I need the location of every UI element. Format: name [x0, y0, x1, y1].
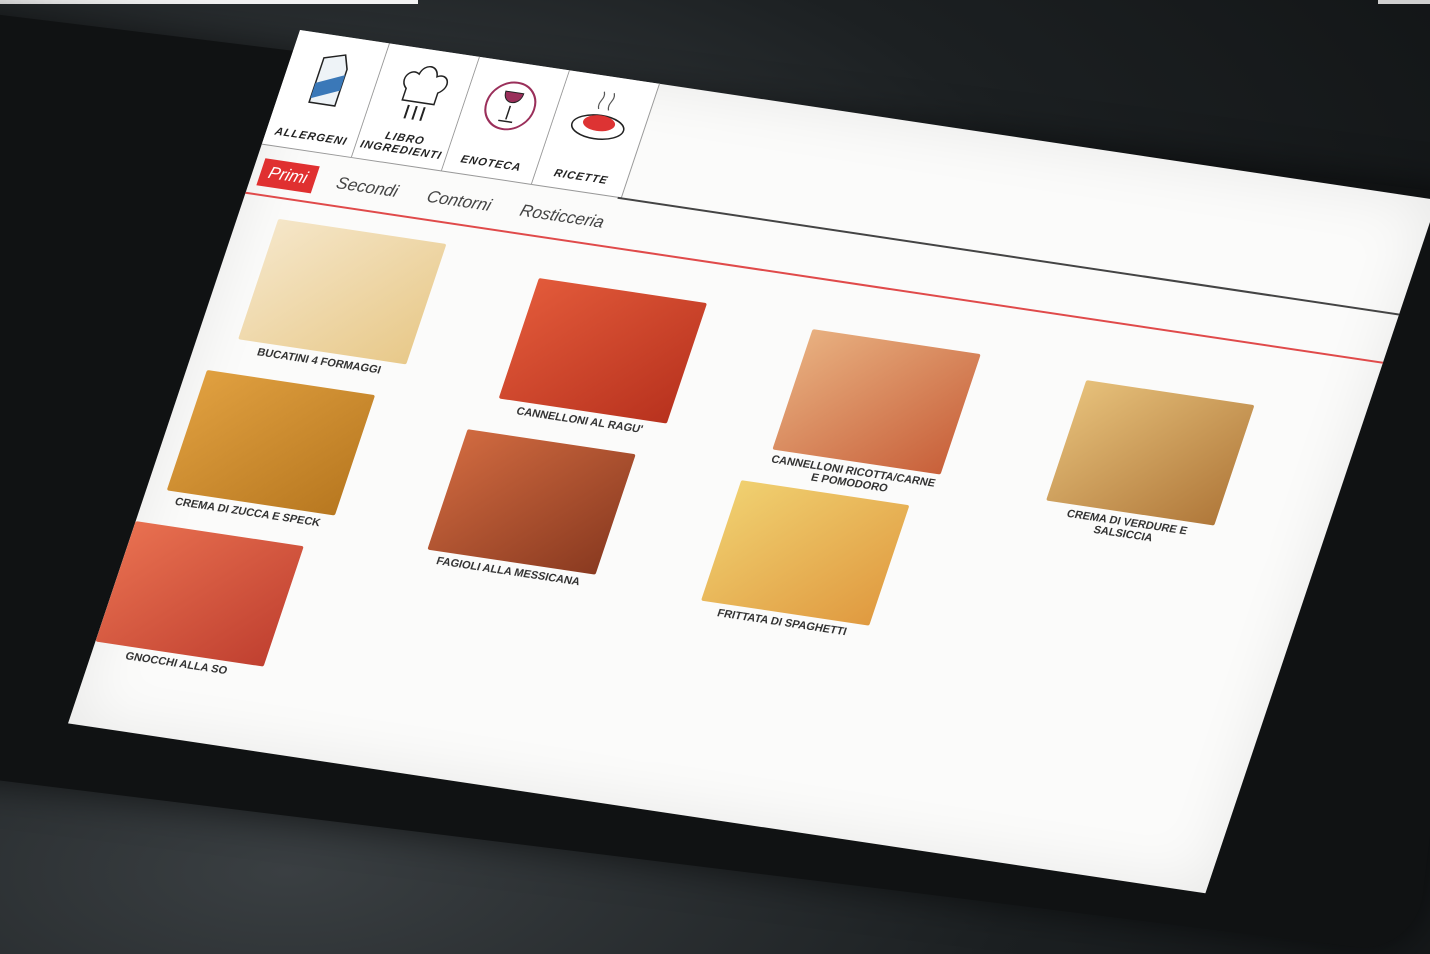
- dish-photo: [238, 218, 447, 365]
- toolbar-label: ALLERGENI: [273, 125, 349, 148]
- menu-item-card[interactable]: CREMA DI VERDURE E SALSICCIA: [1037, 380, 1255, 552]
- menu-item-card[interactable]: CANNELLONI AL RAGU': [494, 278, 708, 439]
- dish-photo: [166, 369, 376, 516]
- dish-photo: [1046, 380, 1255, 526]
- pasta-plate-icon: [570, 91, 625, 140]
- toolbar-divider: [617, 196, 1410, 318]
- tab-rosticceria[interactable]: Rosticceria: [508, 196, 616, 238]
- menu-grid: BUCATINI 4 FORMAGGI CANNELLONI AL RAGU' …: [95, 206, 1370, 677]
- tab-primi[interactable]: Primi: [256, 158, 320, 194]
- menu-item-card[interactable]: FRITTATA DI SPAGHETTI: [696, 480, 910, 641]
- dish-photo: [427, 429, 636, 575]
- wine-glass-icon: [484, 81, 537, 131]
- tab-contorni[interactable]: Contorni: [415, 182, 503, 221]
- toolbar-label: RICETTE: [552, 167, 610, 187]
- menu-item-card[interactable]: CREMA DI ZUCCA E SPECK: [162, 369, 376, 531]
- dish-photo: [772, 329, 981, 475]
- menu-item-card[interactable]: FAGIOLI ALLA MESSICANA: [422, 429, 636, 590]
- toolbar-label: ENOTECA: [459, 153, 523, 174]
- dish-photo: [701, 480, 910, 626]
- tab-secondi[interactable]: Secondi: [324, 168, 410, 206]
- background-strip-right: [1378, 0, 1430, 4]
- toolbar-label: LIBRO INGREDIENTI: [358, 130, 444, 163]
- menu-item-card[interactable]: CANNELLONI RICOTTA/CARNE E POMODORO: [763, 329, 981, 501]
- menu-item-card[interactable]: BUCATINI 4 FORMAGGI: [233, 218, 447, 380]
- chef-hat-icon: [401, 66, 449, 121]
- allergen-carton-icon: [308, 54, 348, 107]
- dish-photo: [498, 278, 708, 424]
- background-strip: [0, 0, 418, 4]
